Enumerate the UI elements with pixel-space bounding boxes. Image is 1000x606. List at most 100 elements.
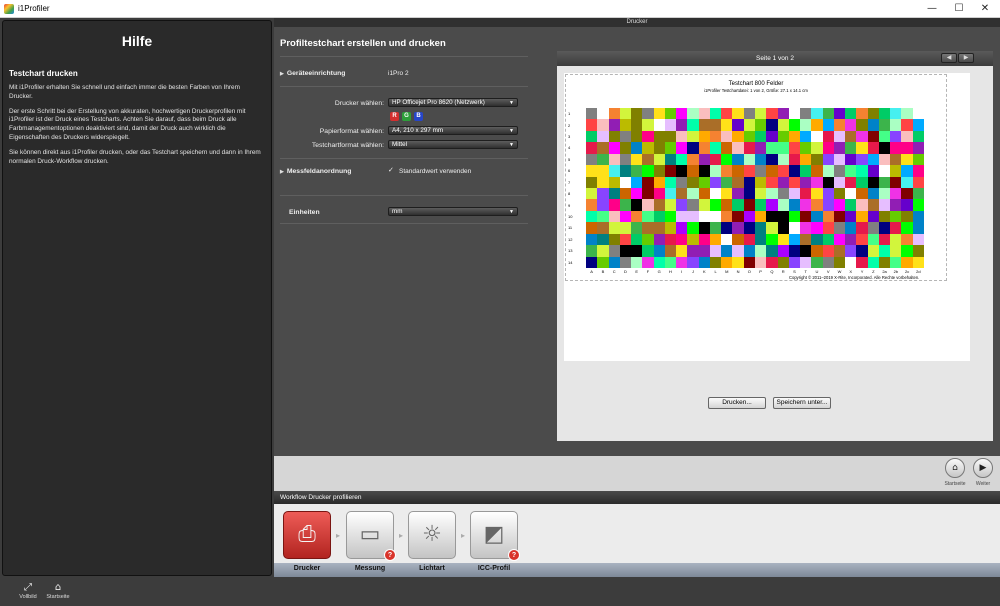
color-patch: [619, 199, 632, 211]
color-patch: [901, 199, 913, 211]
step-label-printer: Drucker: [293, 565, 321, 572]
color-patch: [732, 119, 744, 131]
color-patch: [664, 245, 677, 257]
color-patch: [698, 176, 710, 188]
color-patch: [878, 245, 891, 257]
color-patch: [597, 108, 609, 120]
close-button[interactable]: ✕: [970, 0, 1000, 18]
default-value-checkbox[interactable]: ✓: [388, 167, 395, 174]
color-patch: [800, 222, 812, 234]
color-patch: [822, 222, 834, 234]
workflow-step-illumination[interactable]: ☼: [408, 511, 456, 559]
color-patch: [709, 108, 722, 120]
navigation-strip: ⌂ Startseite ▶ Weiter: [274, 456, 1000, 491]
row-label: 6: [568, 168, 571, 174]
color-patch: [732, 108, 744, 120]
color-patch: [642, 142, 654, 154]
startpage-button[interactable]: ⌂ Startseite: [42, 581, 74, 600]
color-patch: [642, 256, 654, 268]
color-patch: [676, 210, 688, 223]
color-patch: [800, 108, 812, 120]
units-select[interactable]: mm ▼: [388, 207, 518, 216]
color-patch: [800, 165, 812, 177]
color-patch: [631, 176, 643, 188]
color-patch: [811, 165, 823, 177]
color-patch: [619, 142, 632, 154]
color-patch: [811, 199, 823, 211]
color-patch: [890, 222, 902, 234]
color-patch: [788, 165, 801, 177]
copyright-text: Copyright © 2011–2019 X-Rite, Incorporat…: [789, 275, 920, 280]
workflow-step-measurement[interactable]: ▭ ?: [346, 511, 396, 561]
expand-triangle-icon: ▶: [280, 71, 284, 77]
color-patch: [721, 233, 733, 246]
color-patch: [766, 256, 778, 268]
patch-layout-toggle[interactable]: ▶ Messfeldanordnung: [280, 168, 351, 175]
save-as-button[interactable]: Speichern unter...: [773, 397, 831, 409]
print-button[interactable]: Drucken...: [708, 397, 766, 409]
color-patch: [822, 119, 834, 131]
color-patch: [856, 199, 868, 211]
color-patch-grid: [586, 108, 924, 268]
color-patch: [845, 188, 857, 200]
color-patch: [822, 130, 834, 143]
color-patch: [890, 142, 902, 154]
color-patch: [811, 176, 823, 188]
color-patch: [754, 199, 767, 211]
color-patch: [709, 142, 722, 154]
color-patch: [631, 119, 643, 131]
color-patch: [912, 245, 924, 257]
color-patch: [777, 165, 789, 177]
fullscreen-button[interactable]: ⤢ Vollbild: [12, 581, 44, 600]
color-patch: [709, 130, 722, 143]
color-patch: [743, 130, 755, 143]
next-page-button[interactable]: ▶: [958, 53, 974, 63]
next-button[interactable]: ▶: [973, 458, 993, 478]
color-patch: [743, 199, 755, 211]
previous-page-button[interactable]: ◀: [941, 53, 957, 63]
color-patch: [687, 153, 699, 166]
color-patch: [687, 119, 699, 131]
color-patch: [822, 256, 834, 268]
home-button[interactable]: ⌂: [945, 458, 965, 478]
color-patch: [766, 119, 778, 131]
workflow-step-printer[interactable]: ⎙: [283, 511, 331, 559]
help-panel: Hilfe Testchart drucken Mit i1Profiler e…: [2, 20, 272, 576]
column-label: 2d: [916, 269, 921, 274]
play-icon: ▶: [979, 463, 987, 473]
color-patch: [766, 245, 778, 257]
color-patch: [631, 165, 643, 177]
warning-badge-icon: ?: [384, 549, 396, 561]
color-patch: [664, 210, 677, 223]
chevron-down-icon: ▼: [509, 128, 514, 134]
color-patch: [867, 153, 879, 166]
color-patch: [754, 176, 767, 188]
printer-select[interactable]: HP Officejet Pro 8620 (Netzwerk) ▼: [388, 98, 518, 107]
color-patch: [890, 119, 902, 131]
color-patch: [631, 256, 643, 268]
color-patch: [642, 210, 654, 223]
color-patch: [845, 153, 857, 166]
main-panel-header: Drucker: [274, 18, 1000, 27]
minimize-button[interactable]: —: [917, 0, 947, 18]
color-patch: [653, 188, 665, 200]
column-label: B: [601, 269, 605, 274]
color-patch: [709, 153, 722, 166]
color-patch: [664, 153, 677, 166]
color-patch: [901, 119, 913, 131]
column-label: V: [826, 269, 830, 274]
paper-format-select[interactable]: A4, 210 x 297 mm ▼: [388, 126, 518, 135]
color-patch: [811, 142, 823, 154]
workflow-step-icc-profile[interactable]: ◩ ?: [470, 511, 520, 561]
color-patch: [721, 142, 733, 154]
color-patch: [664, 233, 677, 246]
color-patch: [664, 119, 677, 131]
color-patch: [743, 142, 755, 154]
color-patch: [709, 222, 722, 234]
testchart-subtitle: i1Profiler Testchartdatei: 1 von 2, Größ…: [704, 88, 808, 93]
color-patch: [845, 130, 857, 143]
device-setup-toggle[interactable]: ▶ Geräteeinrichtung: [280, 70, 345, 77]
color-patch: [608, 119, 620, 131]
chart-format-select[interactable]: Mittel ▼: [388, 140, 518, 149]
color-patch: [788, 188, 801, 200]
